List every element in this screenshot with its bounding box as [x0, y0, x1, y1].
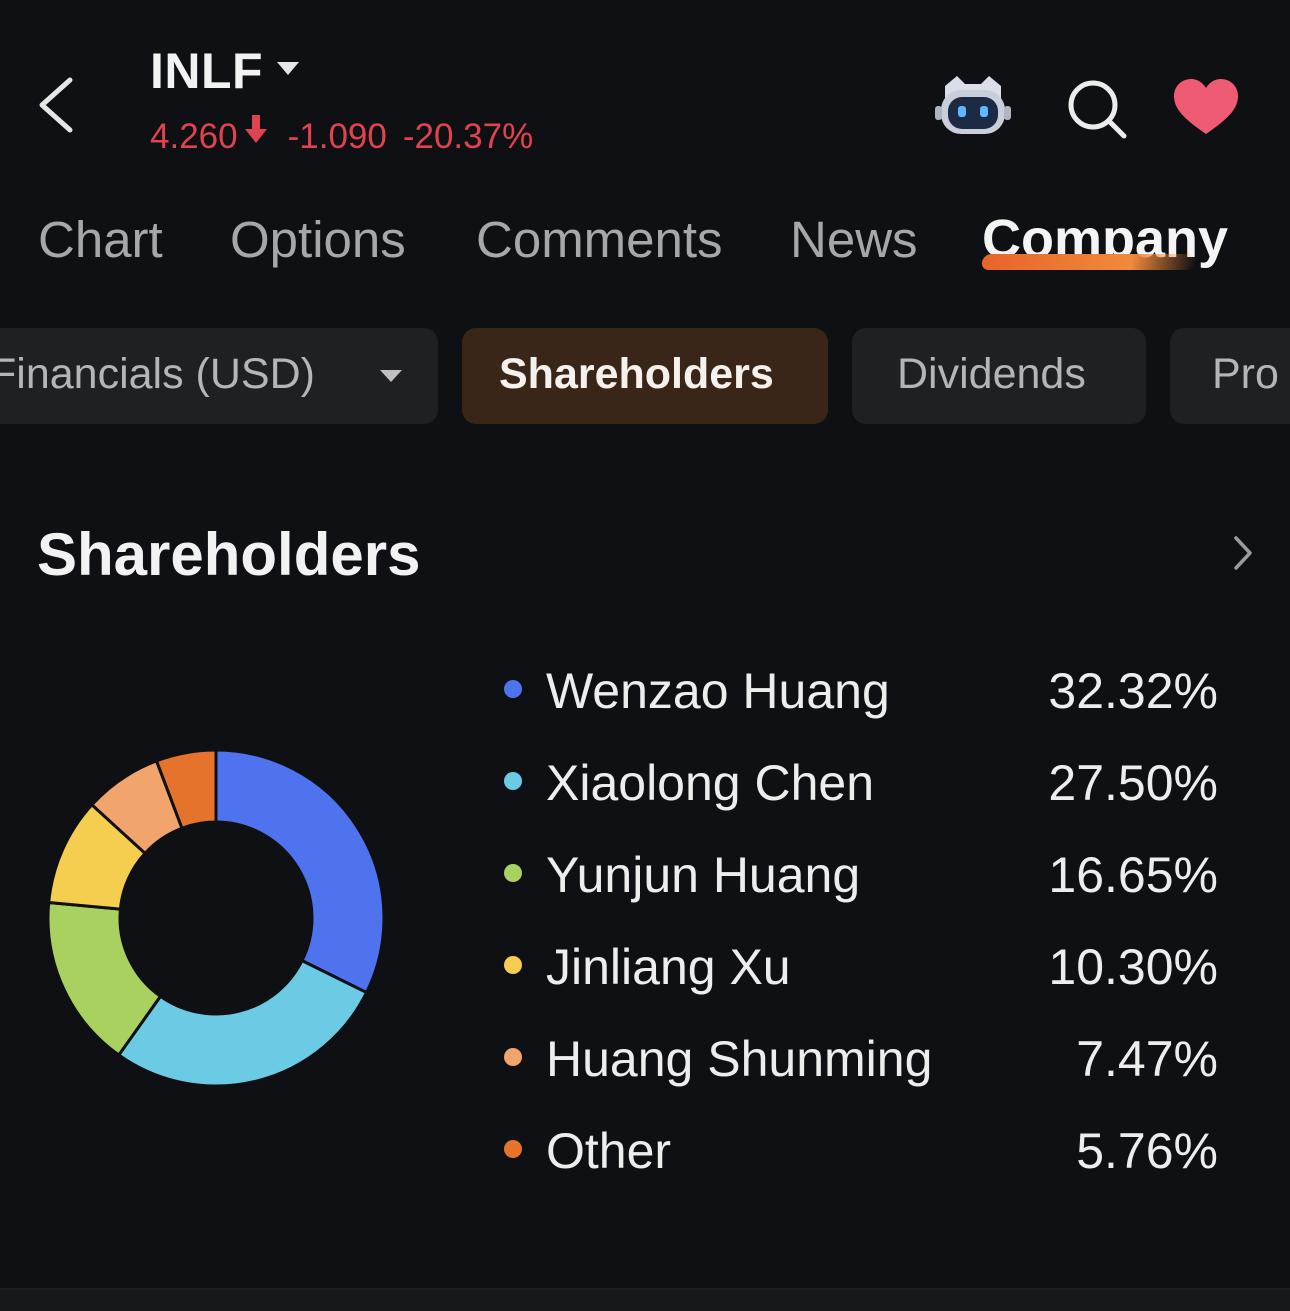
legend-shareholder-name: Jinliang Xu: [546, 939, 791, 995]
legend-color-dot: [504, 680, 522, 698]
legend-color-dot: [504, 1048, 522, 1066]
subtab-profile-label: Pro: [1212, 350, 1279, 398]
search-icon[interactable]: [1066, 78, 1128, 140]
legend-shareholder-name: Huang Shunming: [546, 1031, 933, 1087]
donut-slice: [214, 748, 386, 995]
active-tab-indicator: [980, 254, 1198, 270]
legend-color-dot: [504, 864, 522, 882]
legend-item: Other 5.76%: [500, 1110, 1240, 1202]
legend-share-percent: 27.50%: [1048, 755, 1218, 811]
legend-color-dot: [504, 956, 522, 974]
tab-chart[interactable]: Chart: [38, 210, 163, 269]
legend-item: Xiaolong Chen 27.50%: [500, 742, 1240, 834]
legend-item: Wenzao Huang 32.32%: [500, 650, 1240, 742]
subtab-dividends[interactable]: Dividends: [852, 328, 1146, 424]
legend-share-percent: 7.47%: [1076, 1031, 1218, 1087]
chevron-right-icon[interactable]: [1228, 530, 1258, 576]
bottom-strip: [0, 1290, 1290, 1311]
down-arrow-icon: [244, 115, 267, 143]
legend-share-percent: 32.32%: [1048, 663, 1218, 719]
subtab-dividends-label: Dividends: [897, 350, 1086, 398]
donut-slice: [116, 958, 369, 1088]
legend-item: Huang Shunming 7.47%: [500, 1018, 1240, 1110]
tab-comments[interactable]: Comments: [476, 210, 723, 269]
legend-shareholder-name: Other: [546, 1123, 672, 1179]
shareholders-donut-chart: [46, 748, 386, 1088]
legend-item: Yunjun Huang 16.65%: [500, 834, 1240, 926]
tab-news[interactable]: News: [790, 210, 918, 269]
company-subtabs: Financials (USD) Shareholders Dividends …: [0, 328, 1290, 424]
main-tabs: Chart Options Comments News Company: [0, 200, 1290, 290]
last-price: 4.260: [150, 116, 238, 156]
ticker-dropdown-icon[interactable]: [277, 62, 299, 75]
legend-shareholder-name: Xiaolong Chen: [546, 755, 875, 811]
quote-line: 4.260 -1.090 -20.37%: [150, 112, 533, 157]
favorite-heart-icon[interactable]: [1172, 78, 1240, 136]
subtab-financials[interactable]: Financials (USD): [0, 328, 438, 424]
tab-options[interactable]: Options: [230, 210, 406, 269]
subtab-profile[interactable]: Pro: [1170, 328, 1290, 424]
subtab-shareholders-label: Shareholders: [499, 350, 774, 398]
subtab-shareholders[interactable]: Shareholders: [462, 328, 828, 424]
legend-shareholder-name: Wenzao Huang: [546, 663, 890, 719]
legend-color-dot: [504, 1140, 522, 1158]
legend-color-dot: [504, 772, 522, 790]
financials-dropdown-icon: [380, 370, 402, 382]
shareholders-legend: Wenzao Huang 32.32% Xiaolong Chen 27.50% Yun…: [500, 650, 1240, 1202]
header: INLF 4.260 -1.090 -20.37%: [0, 0, 1290, 175]
legend-share-percent: 5.76%: [1076, 1123, 1218, 1179]
legend-shareholder-name: Yunjun Huang: [546, 847, 861, 903]
legend-share-percent: 16.65%: [1048, 847, 1218, 903]
ticker-symbol[interactable]: INLF: [150, 42, 263, 100]
ai-assistant-robot-icon[interactable]: [935, 72, 1011, 138]
section-title: Shareholders: [37, 521, 421, 588]
legend-item: Jinliang Xu 10.30%: [500, 926, 1240, 1018]
back-arrow-icon[interactable]: [30, 70, 90, 140]
legend-share-percent: 10.30%: [1048, 939, 1218, 995]
stock-company-page: INLF 4.260 -1.090 -20.37% Chart Options Co…: [0, 0, 1290, 1311]
price-change: -1.090: [287, 116, 387, 156]
subtab-financials-label: Financials (USD): [0, 350, 315, 398]
price-change-percent: -20.37%: [402, 116, 534, 156]
